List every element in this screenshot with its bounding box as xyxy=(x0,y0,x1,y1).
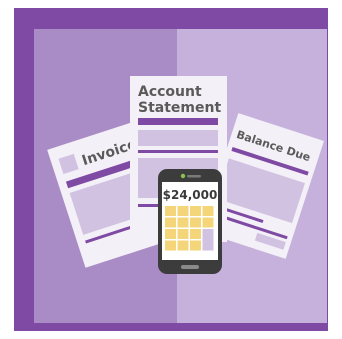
smartphone: $24,000 xyxy=(158,169,222,274)
statement-title-line1: Account xyxy=(138,84,202,100)
keypad-key xyxy=(165,229,176,239)
keypad-key xyxy=(165,206,176,216)
phone-speaker xyxy=(187,175,201,178)
keypad-key xyxy=(190,206,201,216)
keypad-key xyxy=(177,217,189,228)
keypad-key xyxy=(177,240,189,251)
keypad-key xyxy=(190,229,201,239)
keypad-key xyxy=(177,229,189,239)
keypad-key xyxy=(202,217,214,228)
keypad-enter-key xyxy=(202,229,214,251)
billing-documents-illustration: Balance Due Invoice Account Statement $2… xyxy=(14,8,328,331)
keypad-key xyxy=(165,217,176,228)
statement-title-line2: Statement xyxy=(138,100,221,116)
phone-status-light xyxy=(180,173,186,179)
keypad-key xyxy=(190,217,201,228)
keypad-key xyxy=(177,206,189,216)
keypad-key xyxy=(165,240,176,251)
keypad-key xyxy=(202,206,214,216)
phone-amount: $24,000 xyxy=(163,188,218,202)
phone-home-button xyxy=(181,265,199,269)
keypad-key xyxy=(190,240,201,251)
